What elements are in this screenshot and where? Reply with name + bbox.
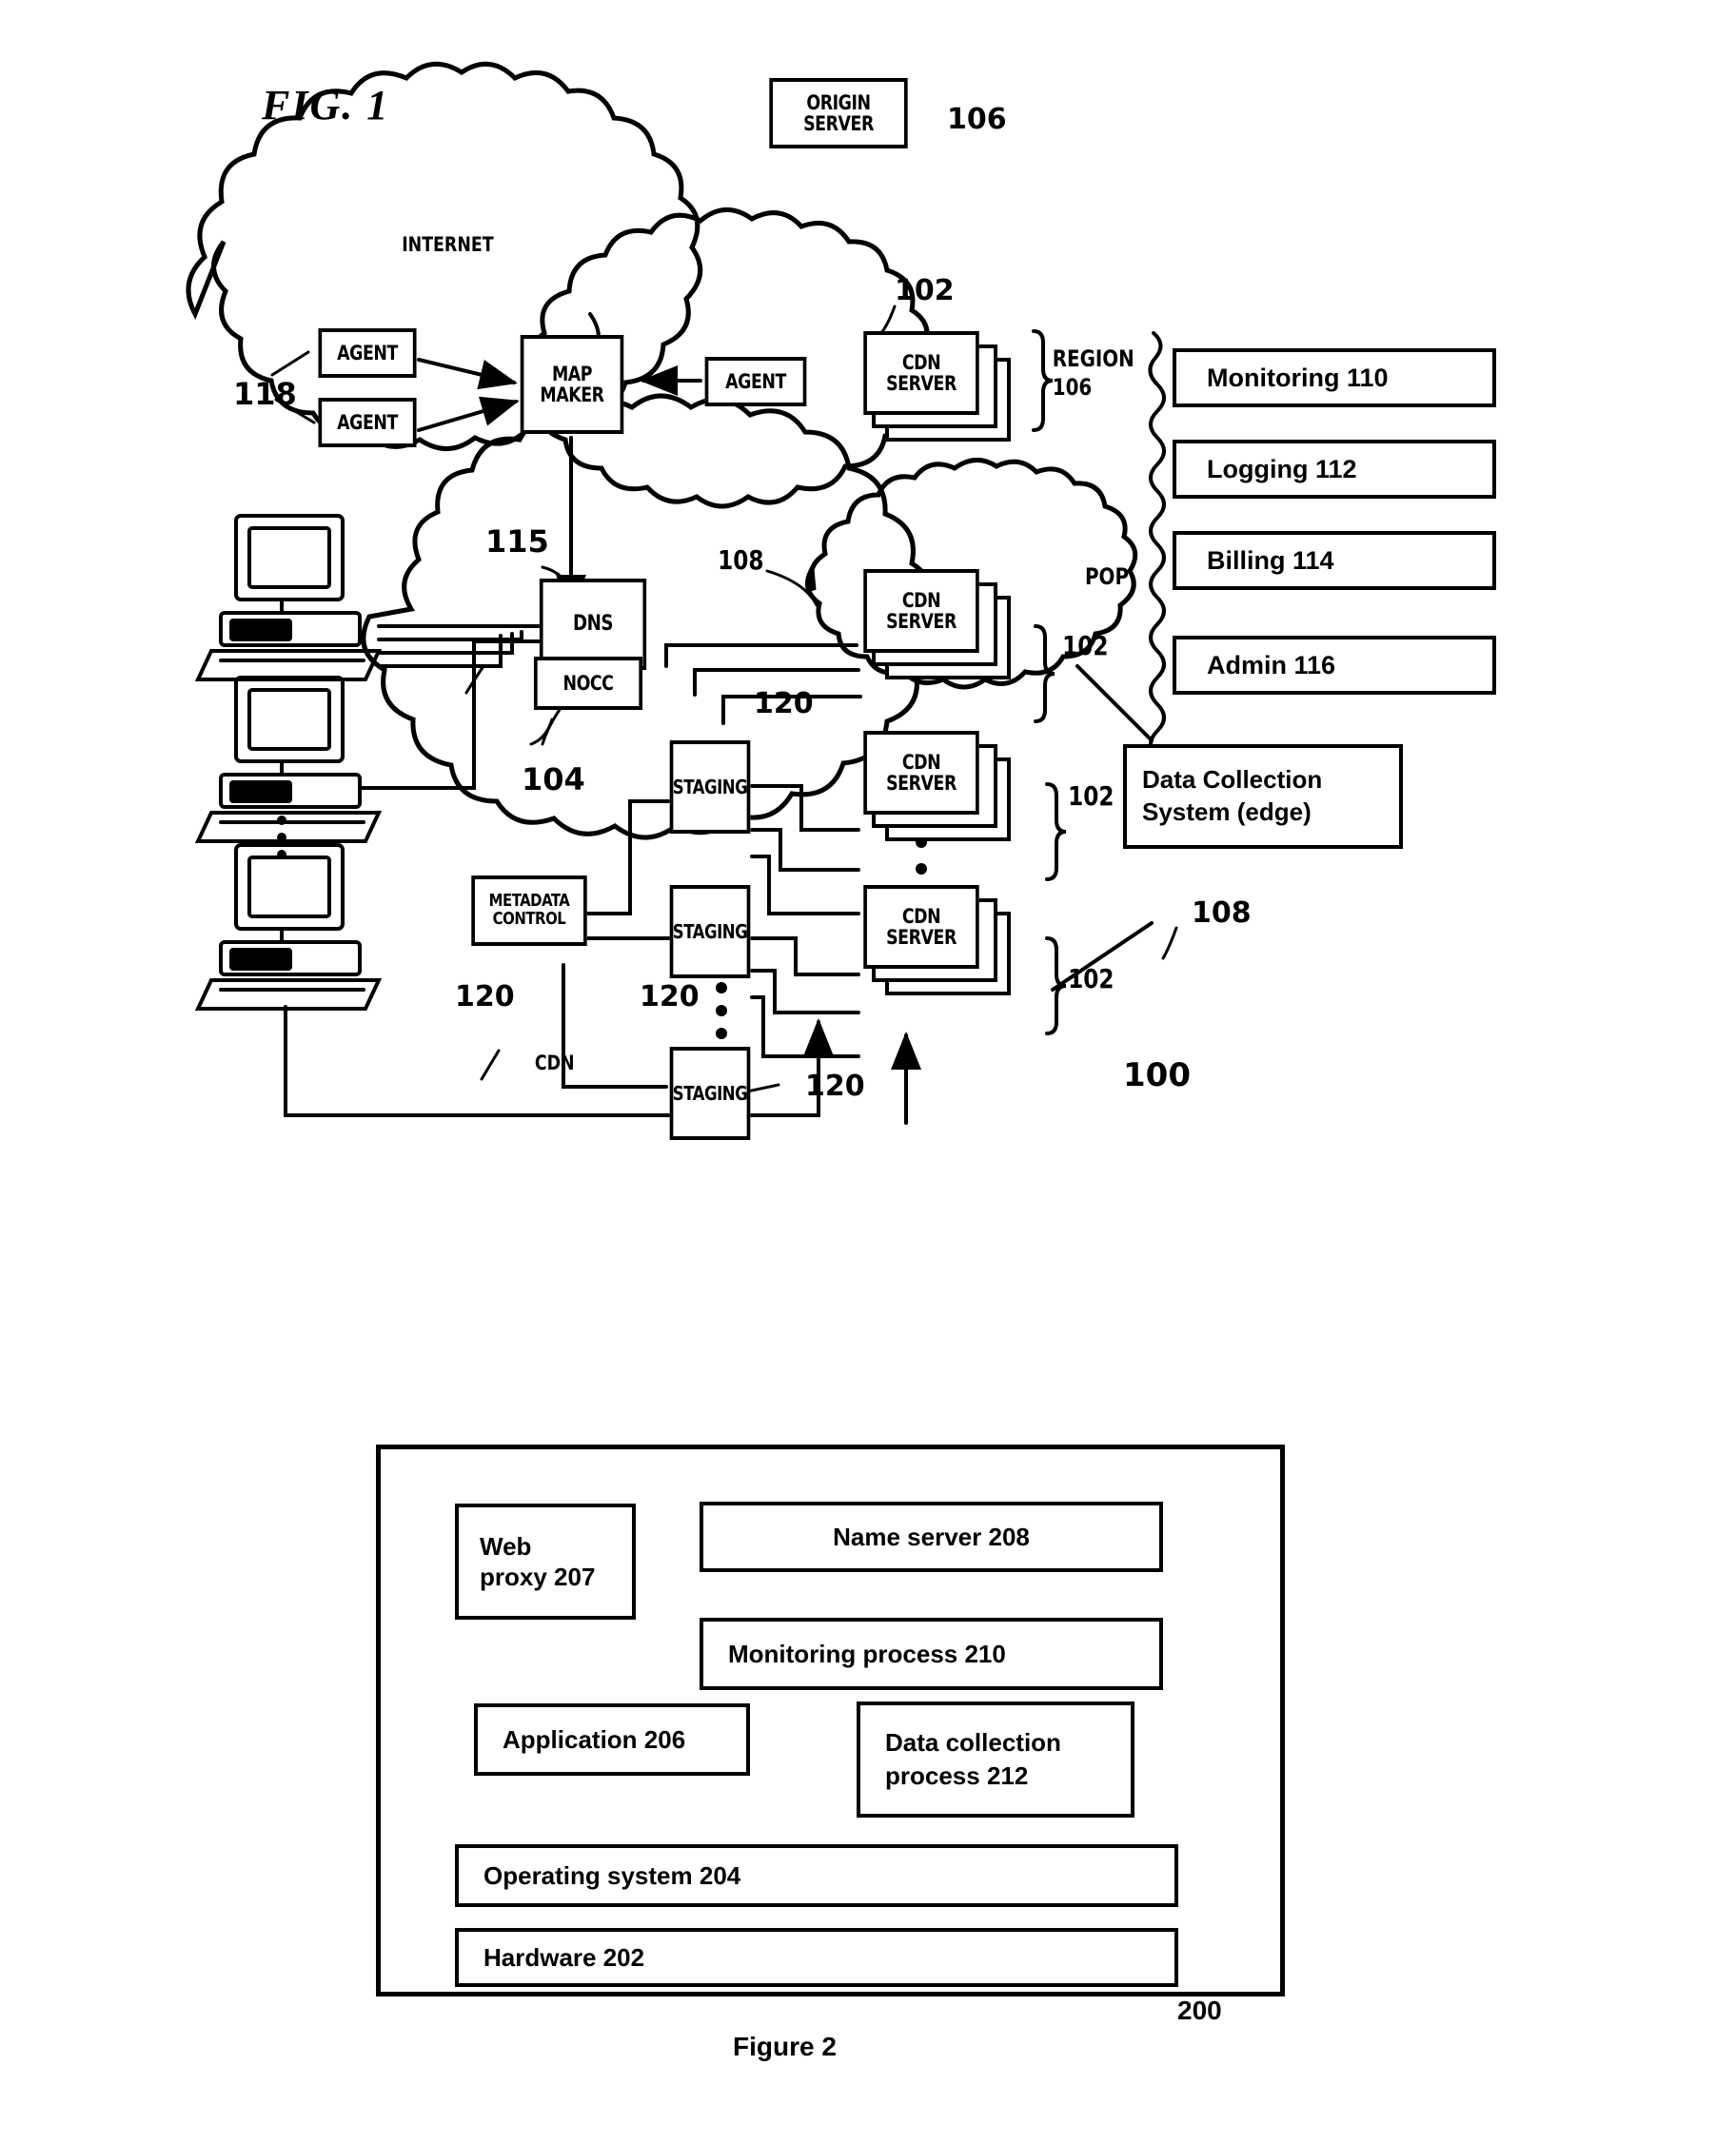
staging-box: STAGING	[669, 885, 751, 978]
patent-figure-sheet: FIG. 1 ORIGIN SERVER 106 INTERNET AGENT …	[0, 0, 1736, 2144]
origin-server-label: ORIGIN SERVER	[803, 90, 874, 135]
ref-100-cdn: 100	[1123, 1056, 1191, 1094]
service-box-admin: Admin 116	[1173, 636, 1496, 695]
staging-ellipsis	[716, 982, 727, 1039]
service-label: Logging 112	[1207, 454, 1357, 483]
pop-cloud-label: POP	[1085, 563, 1129, 590]
ref-200-figure2: 200	[1177, 1996, 1222, 2025]
fig2-operating-system-box: Operating system 204	[455, 1844, 1178, 1907]
dns-label: DNS	[572, 612, 614, 637]
fig2-box-label: Hardware 202	[483, 1942, 645, 1972]
data-collection-system-box: Data Collection System (edge)	[1123, 744, 1403, 849]
cdn-server-label: CDN SERVER	[886, 588, 957, 633]
ref-108-dcs: 108	[1192, 896, 1252, 930]
fig2-box-label: Monitoring process 210	[728, 1639, 1006, 1668]
cdn-server-label: CDN SERVER	[886, 750, 957, 795]
region-bracket-label: REGION 106	[1052, 345, 1134, 401]
origin-server-box: ORIGIN SERVER	[769, 78, 908, 148]
fig2-application-box: Application 206	[474, 1703, 750, 1776]
map-maker-label: MAP MAKER	[540, 362, 604, 406]
fig2-box-label: Web proxy 207	[480, 1531, 596, 1592]
nocc-label: NOCC	[562, 671, 614, 695]
nocc-box: NOCC	[533, 657, 643, 710]
fig2-box-label: Application 206	[503, 1724, 686, 1754]
workstation-terminal	[194, 843, 383, 1011]
metadata-control-label: METADATA CONTROL	[488, 891, 570, 929]
ref-115-dns: 115	[485, 523, 549, 560]
staging-box: STAGING	[669, 740, 751, 834]
staging-box: STAGING	[669, 1047, 751, 1140]
agent-box: AGENT	[318, 328, 417, 378]
fig2-box-label: Data collection process 212	[885, 1727, 1061, 1790]
service-box-monitoring: Monitoring 110	[1173, 348, 1496, 407]
fig2-hardware-box: Hardware 202	[455, 1928, 1178, 1987]
ref-120-staging: 120	[805, 1070, 865, 1103]
ref-104-nocc: 104	[522, 761, 585, 797]
figure-2-caption: Figure 2	[733, 2032, 837, 2061]
metadata-control-box: METADATA CONTROL	[471, 875, 587, 946]
cdn-server-label: CDN SERVER	[886, 350, 957, 395]
fig2-data-collection-process-box: Data collection process 212	[857, 1701, 1134, 1818]
ref-102-cdn: 102	[1068, 963, 1115, 994]
service-label: Monitoring 110	[1207, 363, 1389, 392]
workstation-terminal	[194, 514, 383, 681]
fig2-box-label: Name server 208	[833, 1522, 1030, 1551]
staging-label: STAGING	[672, 919, 748, 943]
staging-label: STAGING	[672, 775, 748, 798]
agent-label: AGENT	[725, 369, 786, 393]
service-box-billing: Billing 114	[1173, 531, 1496, 590]
ref-120-metadata: 120	[455, 980, 515, 1013]
service-label: Billing 114	[1207, 545, 1334, 575]
ref-102-pop: 102	[1062, 630, 1109, 661]
cdn-cloud	[361, 393, 937, 840]
agent-box: AGENT	[704, 357, 807, 406]
vertical-ellipsis	[277, 816, 286, 859]
map-maker-box: MAP MAKER	[520, 335, 624, 434]
agent-label: AGENT	[337, 341, 398, 364]
fig2-box-label: Operating system 204	[483, 1860, 741, 1890]
service-box-logging: Logging 112	[1173, 440, 1496, 499]
ref-102-cdn: 102	[1068, 780, 1115, 812]
cdn-cloud-label: CDN	[534, 1052, 575, 1074]
ref-118-agents: 118	[233, 376, 297, 412]
agent-label: AGENT	[337, 410, 398, 434]
figure-1-title: FIG. 1	[262, 82, 390, 128]
ref-120-staging: 120	[754, 687, 814, 720]
fig2-name-server-box: Name server 208	[700, 1502, 1163, 1572]
workstation-terminal	[194, 676, 383, 843]
ref-106-origin: 106	[947, 103, 1007, 136]
service-label: Admin 116	[1207, 650, 1336, 679]
cdn-server-label: CDN SERVER	[886, 904, 957, 949]
staging-label: STAGING	[672, 1081, 748, 1105]
internet-cloud-label: INTERNET	[402, 233, 494, 256]
agent-box: AGENT	[318, 398, 417, 447]
ref-108-pop: 108	[718, 544, 764, 576]
region-bracket	[1032, 329, 1054, 432]
ref-102-region: 102	[895, 274, 955, 307]
data-collection-system-label: Data Collection System (edge)	[1142, 765, 1323, 826]
fig2-monitoring-process-box: Monitoring process 210	[700, 1618, 1163, 1690]
fig2-web-proxy-box: Web proxy 207	[455, 1504, 636, 1620]
ref-120-staging: 120	[640, 980, 700, 1013]
